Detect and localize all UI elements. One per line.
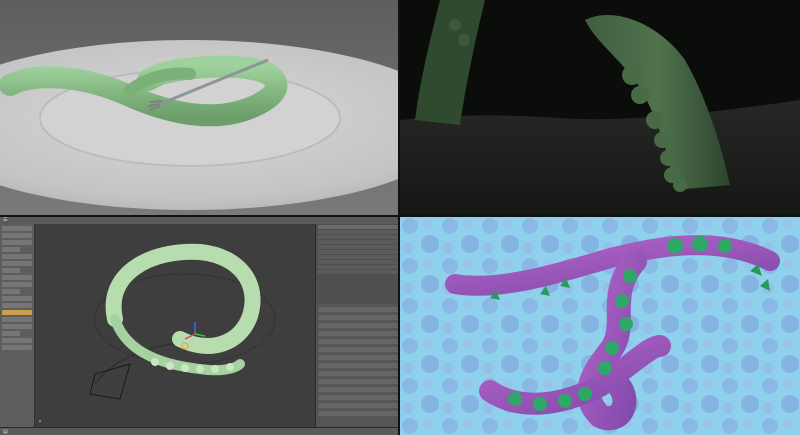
property-field[interactable] bbox=[319, 395, 398, 400]
property-field[interactable] bbox=[319, 339, 398, 344]
tool-button[interactable] bbox=[2, 268, 20, 273]
sucker bbox=[622, 65, 642, 85]
outliner-row[interactable] bbox=[318, 270, 399, 274]
panel-divider-vertical bbox=[398, 0, 400, 435]
tool-button[interactable] bbox=[2, 331, 20, 336]
tool-button[interactable] bbox=[2, 289, 20, 294]
outliner-row[interactable] bbox=[318, 260, 399, 264]
property-field[interactable] bbox=[319, 363, 398, 368]
tool-button[interactable] bbox=[2, 324, 32, 329]
tool-button[interactable] bbox=[2, 226, 32, 231]
outliner-panel bbox=[315, 224, 400, 305]
property-field[interactable] bbox=[319, 355, 398, 360]
tool-shelf bbox=[0, 224, 35, 427]
outliner-row[interactable] bbox=[318, 255, 399, 259]
tool-button[interactable] bbox=[2, 233, 32, 238]
outliner-row[interactable] bbox=[318, 235, 399, 239]
viewport-label: ⌂ bbox=[39, 418, 42, 423]
property-field[interactable] bbox=[319, 403, 398, 408]
tool-button[interactable] bbox=[2, 296, 32, 301]
render-dark-tentacles bbox=[400, 0, 800, 216]
3d-viewport[interactable] bbox=[35, 224, 315, 427]
tool-button[interactable] bbox=[2, 282, 32, 287]
blender-timeline-bar: ▤ bbox=[0, 427, 400, 435]
tool-button[interactable] bbox=[2, 275, 32, 280]
sucker bbox=[667, 238, 683, 254]
property-field[interactable] bbox=[319, 371, 398, 376]
tool-button[interactable] bbox=[2, 240, 32, 245]
blender-editor: ☰ ⌂ ▤ bbox=[0, 216, 400, 435]
tool-button[interactable] bbox=[2, 317, 32, 322]
tool-button[interactable] bbox=[2, 338, 32, 343]
purple-render-image bbox=[400, 216, 800, 435]
property-field[interactable] bbox=[319, 307, 398, 312]
outliner-row[interactable] bbox=[318, 240, 399, 244]
tool-button[interactable] bbox=[2, 261, 32, 266]
outliner-row[interactable] bbox=[318, 265, 399, 269]
outliner-row[interactable] bbox=[318, 250, 399, 254]
outliner-row[interactable] bbox=[318, 245, 399, 249]
viewport-scene bbox=[89, 243, 276, 400]
outliner-row[interactable] bbox=[318, 225, 399, 229]
panel-divider-horizontal bbox=[0, 215, 800, 217]
property-field[interactable] bbox=[319, 315, 398, 320]
property-field[interactable] bbox=[319, 379, 398, 384]
properties-panel bbox=[315, 304, 400, 427]
render-purple-tentacle bbox=[400, 216, 800, 435]
camera-icon[interactable] bbox=[89, 363, 131, 400]
property-field[interactable] bbox=[319, 387, 398, 392]
property-field[interactable] bbox=[319, 411, 398, 416]
dark-render-image bbox=[400, 0, 800, 216]
plate-render-image bbox=[0, 0, 400, 216]
property-field[interactable] bbox=[319, 323, 398, 328]
view-icon[interactable]: ▤ bbox=[3, 429, 8, 435]
tool-button[interactable] bbox=[2, 247, 20, 252]
tool-button[interactable] bbox=[2, 345, 32, 350]
menu-icon[interactable]: ☰ bbox=[3, 217, 7, 223]
four-panel-screenshot: ☰ ⌂ ▤ bbox=[0, 0, 800, 435]
tool-button[interactable] bbox=[2, 310, 32, 315]
tentacle-mesh[interactable] bbox=[105, 243, 261, 354]
property-field[interactable] bbox=[319, 347, 398, 352]
tool-button[interactable] bbox=[2, 254, 32, 259]
tool-button[interactable] bbox=[2, 303, 32, 308]
property-field[interactable] bbox=[319, 331, 398, 336]
render-plate-fork bbox=[0, 0, 400, 216]
outliner-row[interactable] bbox=[318, 230, 399, 234]
